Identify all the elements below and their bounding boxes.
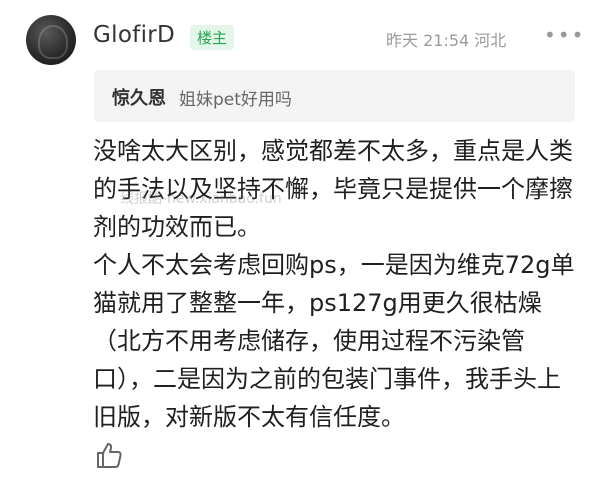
comment-paragraph-1: 没啥太大区别，感觉都差不太多，重点是人类的手法以及坚持不懈，毕竟只是提供一个摩擦… — [93, 137, 573, 241]
thumbs-up-svg — [97, 443, 122, 468]
username[interactable]: GlofirD — [93, 22, 175, 48]
comment-time: 昨天 21:54 — [386, 31, 470, 50]
quoted-username: 惊久恩 — [112, 88, 166, 109]
comment-meta: 昨天 21:54 河北 — [386, 27, 506, 51]
avatar[interactable] — [26, 15, 76, 65]
thumbs-up-icon[interactable] — [94, 440, 124, 470]
comment-location: 河北 — [474, 31, 507, 50]
comment-paragraph-2: 个人不太会考虑回购ps，一是因为维克72g单猫就用了整整一年，ps127g用更久… — [93, 251, 575, 431]
op-badge: 楼主 — [190, 25, 235, 50]
avatar-image — [38, 25, 68, 59]
quoted-reply[interactable]: 惊久恩 姐妹pet好用吗 — [94, 70, 575, 122]
quoted-text: 姐妹pet好用吗 — [179, 90, 292, 110]
more-options-icon[interactable]: ••• — [544, 25, 585, 45]
comment-body: 没啥太大区别，感觉都差不太多，重点是人类的手法以及坚持不懈，毕竟只是提供一个摩擦… — [93, 132, 583, 436]
